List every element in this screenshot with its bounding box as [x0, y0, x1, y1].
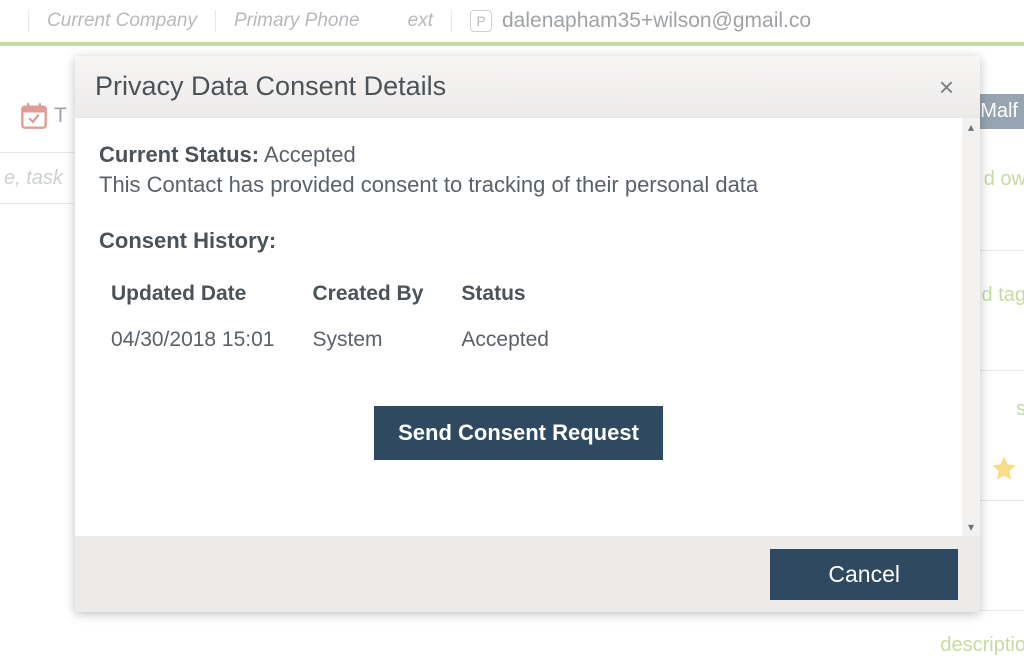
scroll-down-icon[interactable]: ▾: [962, 518, 980, 536]
privacy-consent-modal: Privacy Data Consent Details × Current S…: [75, 56, 980, 612]
col-created-by: Created By: [301, 272, 450, 322]
modal-title: Privacy Data Consent Details: [95, 71, 446, 102]
consent-description: This Contact has provided consent to tra…: [99, 172, 938, 198]
consent-history-title: Consent History:: [99, 228, 938, 254]
scroll-up-icon[interactable]: ▴: [962, 118, 980, 136]
col-updated-date: Updated Date: [99, 272, 301, 322]
cell-created-by: System: [301, 322, 450, 358]
close-icon[interactable]: ×: [933, 70, 960, 104]
cell-status: Accepted: [449, 322, 575, 358]
modal-footer: Cancel: [75, 536, 980, 612]
modal-body: Current Status: Accepted This Contact ha…: [75, 118, 980, 536]
modal-scrollbar[interactable]: ▴ ▾: [962, 118, 980, 536]
modal-header: Privacy Data Consent Details ×: [75, 56, 980, 118]
table-row: 04/30/2018 15:01 System Accepted: [99, 322, 575, 358]
consent-history-table: Updated Date Created By Status 04/30/201…: [99, 272, 575, 358]
table-header-row: Updated Date Created By Status: [99, 272, 575, 322]
current-status-value: Accepted: [264, 142, 356, 167]
cell-updated-date: 04/30/2018 15:01: [99, 322, 301, 358]
current-status-line: Current Status: Accepted: [99, 142, 938, 168]
cancel-button[interactable]: Cancel: [770, 549, 958, 600]
col-status: Status: [449, 272, 575, 322]
send-consent-request-button[interactable]: Send Consent Request: [374, 406, 663, 460]
current-status-label: Current Status:: [99, 142, 259, 167]
